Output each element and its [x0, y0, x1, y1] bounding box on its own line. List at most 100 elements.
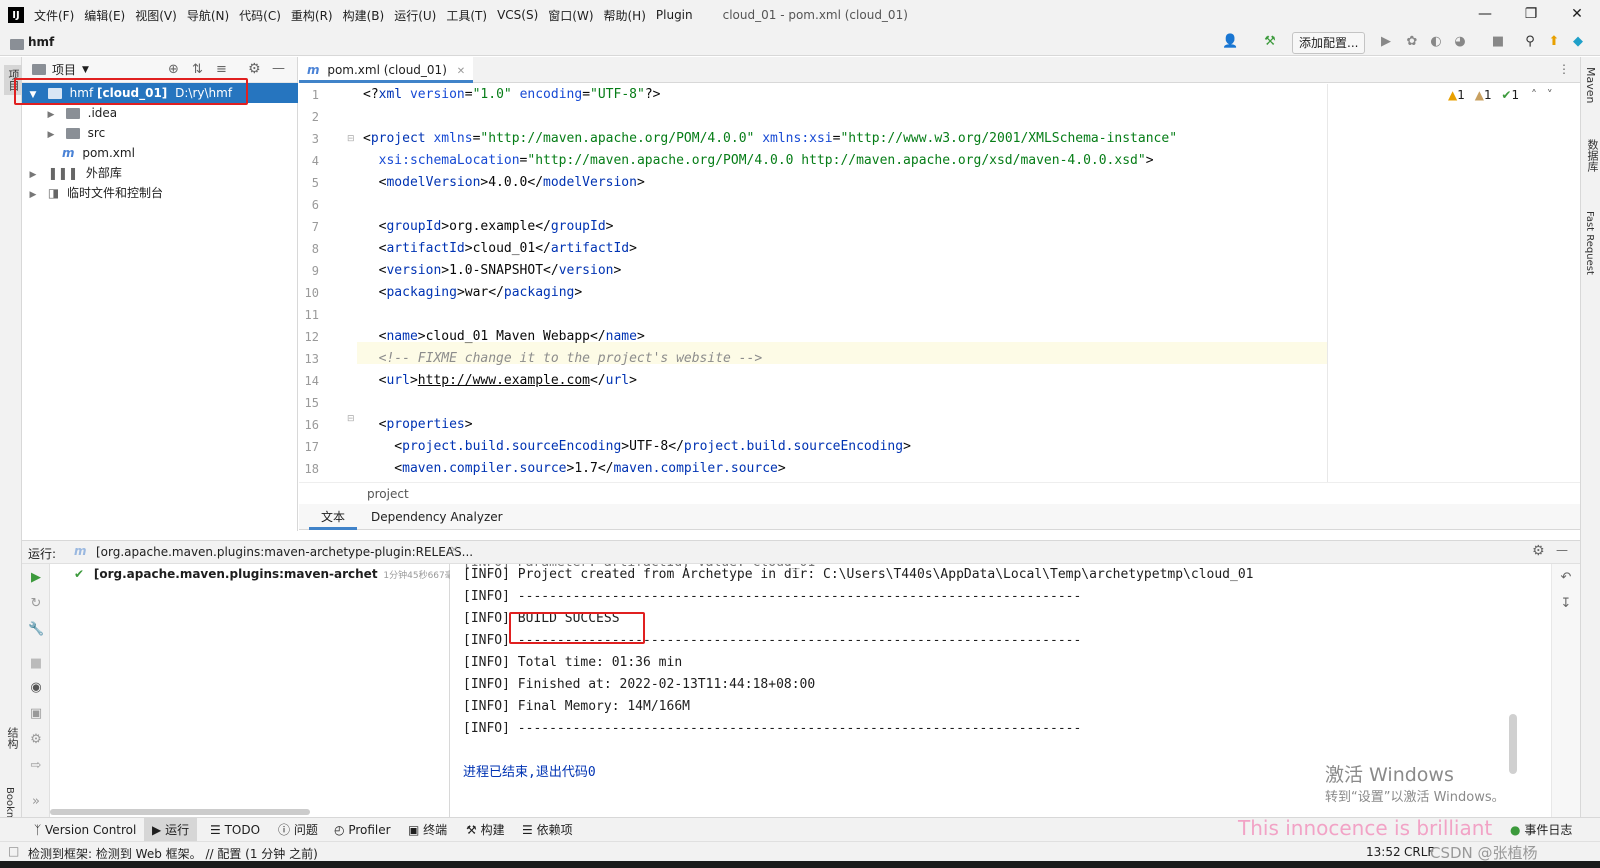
line-number: 8	[311, 242, 319, 256]
tree-item-idea[interactable]: ▶ .idea	[22, 103, 298, 123]
tree-item-external-libraries[interactable]: ▶ ❚❚❚ 外部库	[22, 163, 298, 183]
tool-problems[interactable]: ⓘ 问题	[278, 818, 318, 842]
scroll-to-end-icon[interactable]: ↧	[1558, 596, 1574, 612]
chevron-right-icon[interactable]: ▶	[44, 125, 58, 145]
structure-tool-tab[interactable]: 结构	[4, 727, 20, 749]
build-hammer-icon[interactable]: ⚒	[1262, 34, 1278, 50]
chevron-up-icon[interactable]: ˄	[1531, 88, 1537, 102]
tool-todo[interactable]: ☰ TODO	[210, 818, 260, 842]
project-tool-tab[interactable]: 项目	[4, 65, 22, 95]
menu-view[interactable]: 视图(V)	[135, 7, 177, 24]
run-tab-title[interactable]: [org.apache.maven.plugins:maven-archetyp…	[96, 545, 473, 559]
hide-panel-icon[interactable]: —	[272, 61, 285, 76]
coverage-icon[interactable]: ◐	[1428, 34, 1444, 50]
check-icon: ✔	[74, 567, 85, 581]
chevron-down-icon[interactable]: ˅	[1547, 88, 1553, 102]
chevron-right-icon[interactable]: ▶	[44, 105, 58, 125]
stop-icon[interactable]: ■	[1490, 34, 1506, 50]
debug-icon[interactable]: ✿	[1404, 34, 1420, 50]
more-icon[interactable]: »	[28, 794, 44, 810]
tree-item-scratches[interactable]: ▶ ◨ 临时文件和控制台	[22, 183, 298, 203]
fold-icon[interactable]: ⊟	[347, 414, 355, 424]
camera-icon[interactable]: ▣	[28, 706, 44, 722]
breadcrumb-project[interactable]: project	[367, 487, 409, 501]
tool-dependencies[interactable]: ☰ 依赖项	[522, 818, 573, 842]
database-tool-tab[interactable]: 数据库	[1584, 139, 1600, 172]
menu-help[interactable]: 帮助(H)	[604, 7, 646, 24]
maven-tool-tab[interactable]: Maven	[1584, 67, 1597, 103]
collapse-all-icon[interactable]: ≡	[216, 62, 227, 77]
menu-navigate[interactable]: 导航(N)	[187, 7, 229, 24]
gear-icon[interactable]: ⚙	[1532, 543, 1545, 559]
gear-icon[interactable]: ⚙	[248, 61, 261, 77]
tab-text[interactable]: 文本	[309, 504, 358, 530]
code-editor[interactable]: <?xml version="1.0" encoding="UTF-8"?> <…	[357, 84, 1327, 482]
user-icon[interactable]: 👤	[1222, 34, 1238, 50]
chevron-right-icon[interactable]: ▶	[26, 185, 40, 205]
tool-terminal[interactable]: ▣ 终端	[408, 818, 447, 842]
tool-profiler[interactable]: ◴ Profiler	[334, 818, 391, 842]
status-message[interactable]: 检测到框架: 检测到 Web 框架。 // 配置 (1 分钟 之前)	[28, 845, 318, 862]
minimize-icon[interactable]: —	[1462, 0, 1508, 30]
warning-icon: ▲	[1448, 88, 1458, 102]
fold-icon[interactable]: ⊟	[347, 134, 355, 144]
rerun-failed-icon[interactable]: ↻	[28, 596, 44, 612]
horizontal-scrollbar[interactable]	[50, 809, 310, 815]
menu-code[interactable]: 代码(C)	[239, 7, 281, 24]
run-tree-item[interactable]: ✔ [org.apache.maven.plugins:maven-archet…	[74, 564, 450, 584]
settings-icon[interactable]: ⚙	[28, 732, 44, 748]
menu-tools[interactable]: 工具(T)	[446, 7, 487, 24]
tool-version-control[interactable]: ᛉ Version Control	[34, 818, 136, 842]
rerun-icon[interactable]: ▶	[28, 570, 44, 586]
tool-build[interactable]: ⚒ 构建	[466, 818, 505, 842]
soft-wrap-icon[interactable]: ↶	[1558, 570, 1574, 586]
fast-request-tool-tab[interactable]: Fast Request	[1584, 211, 1595, 275]
update-icon[interactable]: ⬆	[1546, 34, 1562, 50]
chevron-down-icon[interactable]: ▼	[82, 65, 89, 75]
menu-run[interactable]: 运行(U)	[394, 7, 436, 24]
menu-plugin[interactable]: Plugin	[656, 8, 693, 22]
menu-refactor[interactable]: 重构(R)	[291, 7, 333, 24]
tool-label: TODO	[224, 823, 261, 837]
stop-icon[interactable]: ■	[28, 656, 44, 672]
menu-window[interactable]: 窗口(W)	[548, 7, 593, 24]
cursor-position[interactable]: 13:52	[1366, 845, 1401, 859]
inspection-widget[interactable]: ▲1 ▲1 ✔1 ˄ ˅	[1448, 88, 1553, 102]
close-tab-icon[interactable]: ✕	[457, 66, 465, 77]
run-icon[interactable]: ▶	[1378, 34, 1394, 50]
menu-file[interactable]: 文件(F)	[34, 7, 74, 24]
tool-event-log[interactable]: ● 事件日志	[1510, 818, 1572, 842]
console-output[interactable]: [INFO] Parameter: artifactId, Value: clo…	[451, 564, 1551, 817]
project-panel-header: 项目 ▼ ⊕ ⇅ ≡ ⚙ —	[22, 57, 297, 83]
menu-vcs[interactable]: VCS(S)	[497, 8, 538, 22]
project-view-selector[interactable]: 项目	[52, 61, 76, 78]
search-icon[interactable]: ⚲	[1522, 34, 1538, 50]
breadcrumb-project[interactable]: hmf	[28, 35, 54, 49]
status-square-icon: □	[8, 844, 20, 858]
close-tab-icon[interactable]: ✕	[450, 545, 458, 556]
expand-all-icon[interactable]: ⇅	[192, 62, 203, 77]
plugin-logo-icon[interactable]: ◆	[1570, 34, 1586, 50]
tree-item-src[interactable]: ▶ src	[22, 123, 298, 143]
wrench-icon[interactable]: 🔧	[28, 622, 44, 638]
menu-build[interactable]: 构建(B)	[343, 7, 385, 24]
tab-dependency-analyzer[interactable]: Dependency Analyzer	[359, 504, 515, 530]
profile-icon[interactable]: ◕	[1452, 34, 1468, 50]
chevron-right-icon[interactable]: ▶	[26, 165, 40, 185]
console-line: [INFO] Project created from Archetype in…	[463, 567, 1254, 582]
chevron-down-icon[interactable]: ▼	[26, 85, 40, 105]
tool-run[interactable]: ▶ 运行	[144, 818, 198, 842]
more-tabs-icon[interactable]: ⋮	[1558, 62, 1570, 76]
export-icon[interactable]: ⇨	[28, 758, 44, 774]
tab-pom-xml[interactable]: m pom.xml (cloud_01) ✕	[299, 57, 474, 83]
vertical-scrollbar[interactable]	[1509, 714, 1517, 774]
close-icon[interactable]: ✕	[1554, 0, 1600, 30]
restore-icon[interactable]: ❐	[1508, 0, 1554, 30]
eye-icon[interactable]: ◉	[28, 680, 44, 696]
menu-edit[interactable]: 编辑(E)	[84, 7, 125, 24]
locate-icon[interactable]: ⊕	[168, 62, 179, 77]
add-configuration-button[interactable]: 添加配置...	[1292, 32, 1366, 54]
hide-panel-icon[interactable]: —	[1556, 543, 1568, 557]
tree-item-pom[interactable]: m pom.xml	[22, 143, 298, 163]
tree-root-hmf[interactable]: ▼ hmf [cloud_01] D:\ry\hmf	[22, 83, 298, 103]
